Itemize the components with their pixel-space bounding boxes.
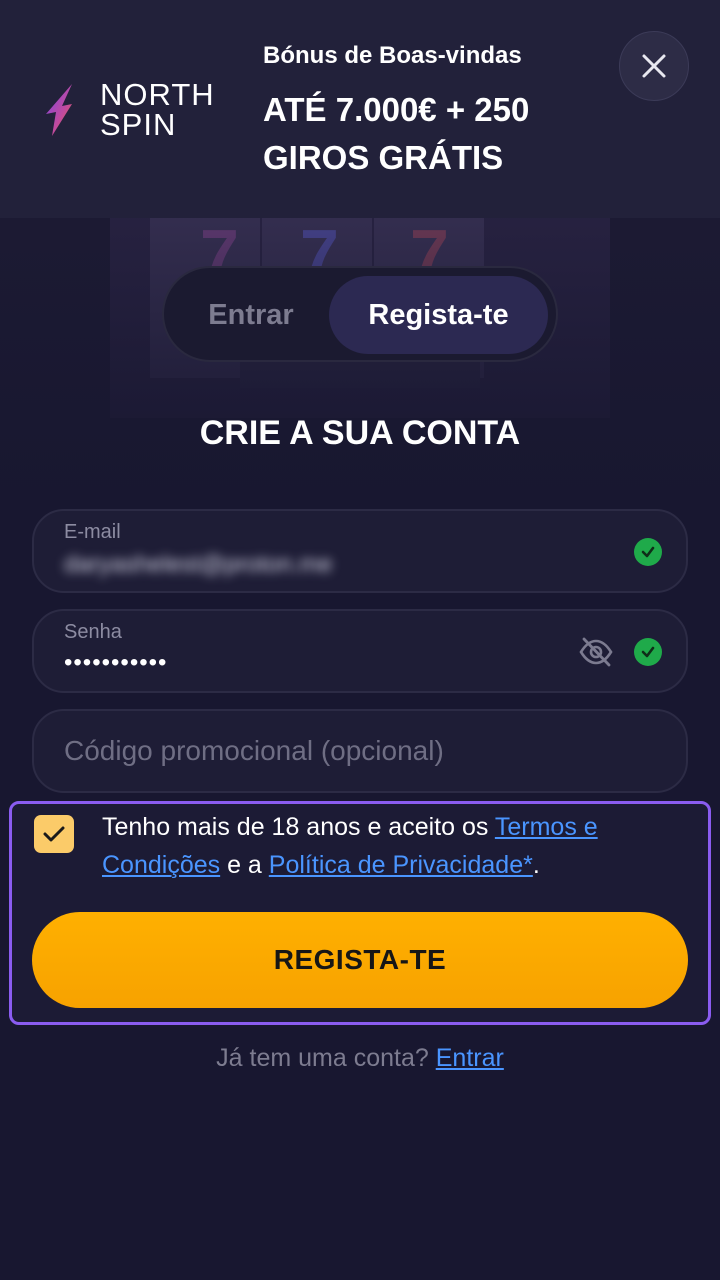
lightning-logo-icon	[46, 84, 72, 136]
valid-check-icon	[634, 638, 662, 666]
slot-machine-background: 7 7 7	[0, 218, 720, 518]
password-value: •••••••••••	[64, 649, 168, 676]
valid-check-icon	[634, 538, 662, 566]
promo-code-placeholder: Código promocional (opcional)	[64, 735, 444, 766]
email-label: E-mail	[64, 521, 121, 543]
background-fade	[0, 218, 720, 518]
auth-tabs: Entrar Regista-te	[162, 266, 558, 362]
age-terms-checkbox[interactable]	[34, 815, 74, 853]
email-field[interactable]: E-mail daryashelest@proton.me	[32, 509, 688, 593]
page-title: CRIE A SUA CONTA	[199, 414, 521, 452]
bonus-title: ATÉ 7.000€ + 250 GIROS GRÁTIS	[263, 91, 530, 176]
tab-register[interactable]: Regista-te	[329, 276, 548, 354]
email-value: daryashelest@proton.me	[64, 551, 333, 578]
login-link[interactable]: Entrar	[436, 1044, 504, 1072]
password-label: Senha	[64, 621, 122, 643]
register-button[interactable]: REGISTA-TE	[32, 912, 688, 1008]
checkmark-icon	[43, 826, 65, 842]
password-field[interactable]: Senha •••••••••••	[32, 609, 688, 693]
consent-section: Tenho mais de 18 anos e aceito os Termos…	[9, 801, 711, 1025]
welcome-bonus-banner: NORTH SPIN Bónus de Boas-vindas ATÉ 7.00…	[0, 0, 720, 218]
bonus-subtitle: Bónus de Boas-vindas	[263, 42, 522, 69]
consent-text: Tenho mais de 18 anos e aceito os Termos…	[102, 813, 598, 879]
login-prompt: Já tem uma conta? Entrar	[216, 1044, 504, 1072]
logo-text: NORTH SPIN	[100, 77, 215, 142]
tab-login[interactable]: Entrar	[176, 276, 326, 354]
close-button[interactable]	[619, 31, 689, 101]
close-icon	[642, 54, 666, 78]
privacy-policy-link[interactable]: Política de Privacidade*	[269, 851, 533, 879]
eye-off-icon[interactable]	[578, 635, 614, 669]
northspin-logo: NORTH SPIN	[42, 77, 242, 142]
promo-code-field[interactable]: Código promocional (opcional)	[32, 709, 688, 793]
